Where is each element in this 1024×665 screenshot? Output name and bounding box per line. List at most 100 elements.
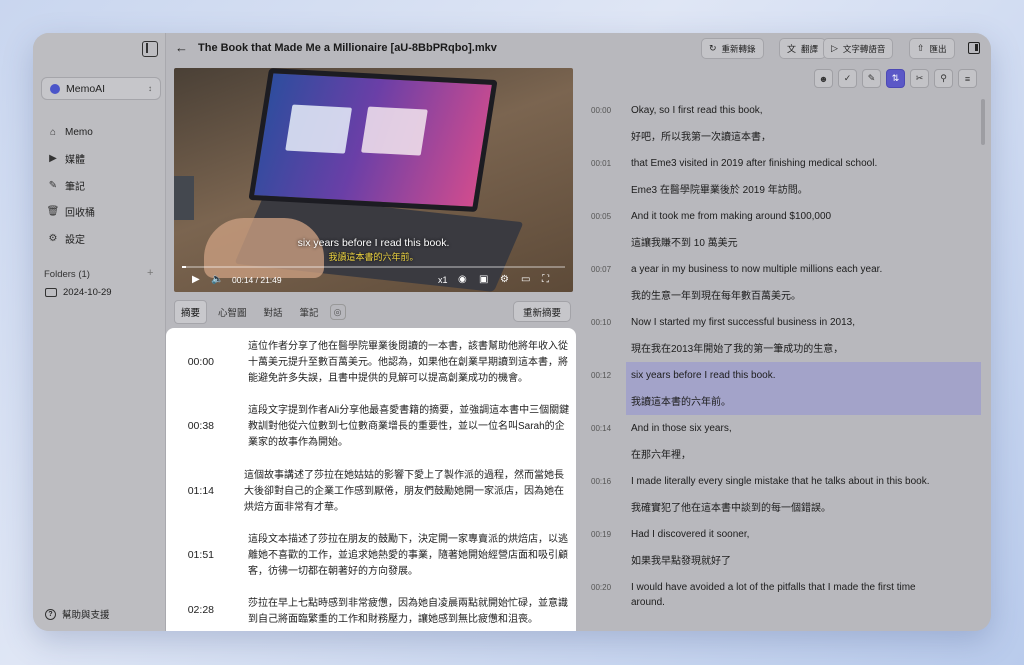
summary-text: 這位作者分享了他在醫學院畢業後閱讀的一本書，該書幫助他將年收入從 十萬美元提升至… [248, 339, 568, 387]
video-progress-bar[interactable] [182, 266, 565, 268]
summary-line: 客，彷彿一切都在朝著好的方向發展。 [248, 566, 418, 577]
summary-line: 到自己將面臨繁重的工作和財務壓力，讓她感到無比疲憊和沮喪。 [248, 614, 538, 625]
sidebar-nav: ⌂ Memo ▶ 媒體 ✎ 筆記 🗑 回收桶 ⚙ 設定 [47, 119, 95, 252]
transcript-zh: 在那六年裡， [631, 450, 691, 461]
translate-button[interactable]: 文 翻譯 [779, 38, 827, 59]
transcript-zh: 我確實犯了他在這本書中談到的每一個錯誤。 [631, 503, 831, 514]
pen-icon: ✎ [48, 179, 58, 191]
back-arrow-icon[interactable]: ← [175, 40, 188, 55]
sync-scroll-icon[interactable]: ⇅ [886, 69, 905, 88]
summary-time[interactable]: 00:38 [166, 403, 214, 451]
sidebar-item-notes[interactable]: ✎ 筆記 [47, 172, 95, 199]
sidebar-item-settings[interactable]: ⚙ 設定 [47, 225, 95, 252]
speakers-icon[interactable]: ☻ [814, 69, 833, 88]
summary-line: 大後卻對自己的企業工作感到厭倦，朋友們鼓勵她開一家派店，因為她在 [244, 486, 564, 497]
translate-icon: 文 [787, 44, 797, 54]
summary-text: 這段文字提到作者Ali分享他最喜愛書籍的摘要，並強調這本書中三個關鍵 教訓對他從… [248, 403, 569, 451]
summary-line: 十萬美元提升至數百萬美元。他認為，如果他在創業早期讀到這本書，將 [248, 357, 568, 368]
list-icon[interactable]: ≡ [958, 69, 977, 88]
transcript-toolbar: ☻ ✓ ✎ ⇅ ✂ ⚲ ≡ [809, 69, 977, 88]
camera-icon[interactable]: ◉ [458, 274, 467, 285]
transcript-en: that Eme3 visited in 2019 after finishin… [631, 158, 878, 169]
transcript-en: Had I discovered it sooner, [631, 529, 750, 540]
summary-time[interactable]: 00:00 [166, 339, 214, 387]
transcript-time[interactable]: 00:19 [591, 530, 611, 539]
video-progress-fill [182, 266, 187, 268]
transcript-en: And it took me from making around $100,0… [631, 211, 832, 222]
sidebar-toggle-icon[interactable] [142, 41, 158, 57]
summary-text: 莎拉在早上七點時感到非常疲憊，因為她自凌晨兩點就開始忙碌，並意識 到自己將面臨繁… [248, 596, 568, 628]
media-icon: ▶ [49, 153, 57, 165]
transcript-en: And in those six years, [631, 423, 732, 434]
folder-icon [45, 288, 57, 297]
summary-text: 這個故事講述了莎拉在她姑姑的影響下愛上了製作派的過程，然而當她長 大後卻對自己的… [244, 468, 564, 516]
upload-icon: ⇧ [917, 43, 925, 53]
check-circle-icon[interactable]: ✓ [838, 69, 857, 88]
transcript-time[interactable]: 00:20 [591, 583, 611, 592]
help-support-link[interactable]: ? 幫助與支援 [45, 607, 110, 621]
transcript-zh: 我讀這本書的六年前。 [631, 397, 731, 408]
sidebar-item-media[interactable]: ▶ 媒體 [47, 146, 95, 173]
summary-time[interactable]: 01:51 [166, 532, 214, 580]
play-icon: ▷ [831, 43, 838, 53]
summary-line: 莎拉在早上七點時感到非常疲憊，因為她自凌晨兩點就開始忙碌，並意識 [248, 598, 568, 609]
export-button[interactable]: ⇧ 匯出 [909, 38, 955, 59]
summary-line: 業家的故事作為開始。 [248, 437, 348, 448]
transcript-time[interactable]: 00:16 [591, 477, 611, 486]
video-frame-laptop-screen [248, 68, 498, 212]
app-window: MemoAI ↕ ⌂ Memo ▶ 媒體 ✎ 筆記 🗑 回收桶 ⚙ 設定 Fol… [33, 33, 991, 631]
edit-icon[interactable]: ✎ [862, 69, 881, 88]
fullscreen-icon[interactable]: ⛶ [542, 274, 549, 285]
transcript-scrollbar[interactable] [981, 99, 985, 145]
tab-notes[interactable]: 筆記 [294, 301, 325, 323]
sidebar-item-memo[interactable]: ⌂ Memo [47, 119, 95, 146]
sidebar-item-trash[interactable]: 🗑 回收桶 [47, 199, 95, 226]
sidebar: MemoAI ↕ ⌂ Memo ▶ 媒體 ✎ 筆記 🗑 回收桶 ⚙ 設定 Fol… [33, 33, 166, 631]
retranscribe-button[interactable]: ↻ 重新轉錄 [701, 38, 764, 59]
video-controls: ▶ 🔈 00:14 / 21:49 x1 ◉ ▣ ⚙ ▭ ⛶ [174, 270, 573, 290]
right-panel-toggle-icon[interactable] [968, 42, 980, 54]
search-icon[interactable]: ⚲ [934, 69, 953, 88]
regenerate-summary-button[interactable]: 重新摘要 [513, 301, 572, 322]
transcript-time[interactable]: 00:01 [591, 159, 611, 168]
text-to-speech-button[interactable]: ▷ 文字轉語音 [823, 38, 894, 59]
transcript-time[interactable]: 00:14 [591, 424, 611, 433]
transcript-en-continued: around. [631, 597, 665, 608]
transcript-time[interactable]: 00:07 [591, 265, 611, 274]
summary-panel: 00:00 這位作者分享了他在醫學院畢業後閱讀的一本書，該書幫助他將年收入從 十… [166, 328, 576, 631]
help-label: 幫助與支援 [62, 610, 110, 621]
summary-settings-icon[interactable]: ◎ [329, 304, 346, 320]
subtitle-english: six years before I read this book. [297, 237, 450, 249]
folder-item[interactable]: 2024-10-29 [45, 287, 112, 298]
transcript-zh: 現在我在2013年開始了我的第一筆成功的生意， [631, 344, 844, 355]
transcript-zh: 如果我早點發現就好了 [631, 556, 731, 567]
summary-line: 這段文字提到作者Ali分享他最喜愛書籍的摘要，並強調這本書中三個關鍵 [248, 405, 570, 416]
playback-speed[interactable]: x1 [438, 275, 448, 285]
theater-mode-icon[interactable]: ▭ [521, 274, 530, 285]
scissors-icon[interactable]: ✂ [910, 69, 929, 88]
summary-time[interactable]: 01:14 [166, 468, 214, 516]
video-player[interactable]: six years before I read this book. 我讀這本書… [174, 68, 573, 292]
transcript-time[interactable]: 00:12 [591, 371, 611, 380]
summary-line: 教訓對他從六位數到七位數商業增長的重要性，並以一位名叫Sarah的企 [248, 421, 565, 432]
volume-icon[interactable]: 🔈 [211, 274, 223, 285]
tab-summary[interactable]: 摘要 [174, 300, 208, 324]
add-folder-icon[interactable]: + [147, 267, 153, 279]
gear-icon[interactable]: ⚙ [500, 274, 509, 285]
tab-dialogue[interactable]: 對話 [258, 301, 289, 323]
folders-title: Folders (1) [44, 269, 90, 280]
sidebar-item-label: 媒體 [65, 155, 85, 167]
workspace-select[interactable]: MemoAI ↕ [41, 77, 161, 100]
sidebar-item-label: 設定 [65, 234, 85, 246]
summary-text: 這段文本描述了莎拉在朋友的鼓勵下，決定開一家專賣派的烘焙店，以逃 離她不喜歡的工… [248, 532, 568, 580]
summary-time[interactable]: 02:28 [166, 596, 214, 628]
transcript-time[interactable]: 00:10 [591, 318, 611, 327]
transcript-time[interactable]: 00:05 [591, 212, 611, 221]
tts-label: 文字轉語音 [842, 43, 886, 54]
transcript-zh: 我的生意一年到現在每年數百萬美元。 [631, 291, 801, 302]
transcript-time[interactable]: 00:00 [591, 106, 611, 115]
play-icon[interactable]: ▶ [192, 274, 200, 285]
scan-icon[interactable]: ▣ [479, 274, 488, 285]
top-bar: ← The Book that Made Me a Millionaire [a… [166, 33, 991, 65]
tab-mindmap[interactable]: 心智圖 [212, 301, 253, 323]
